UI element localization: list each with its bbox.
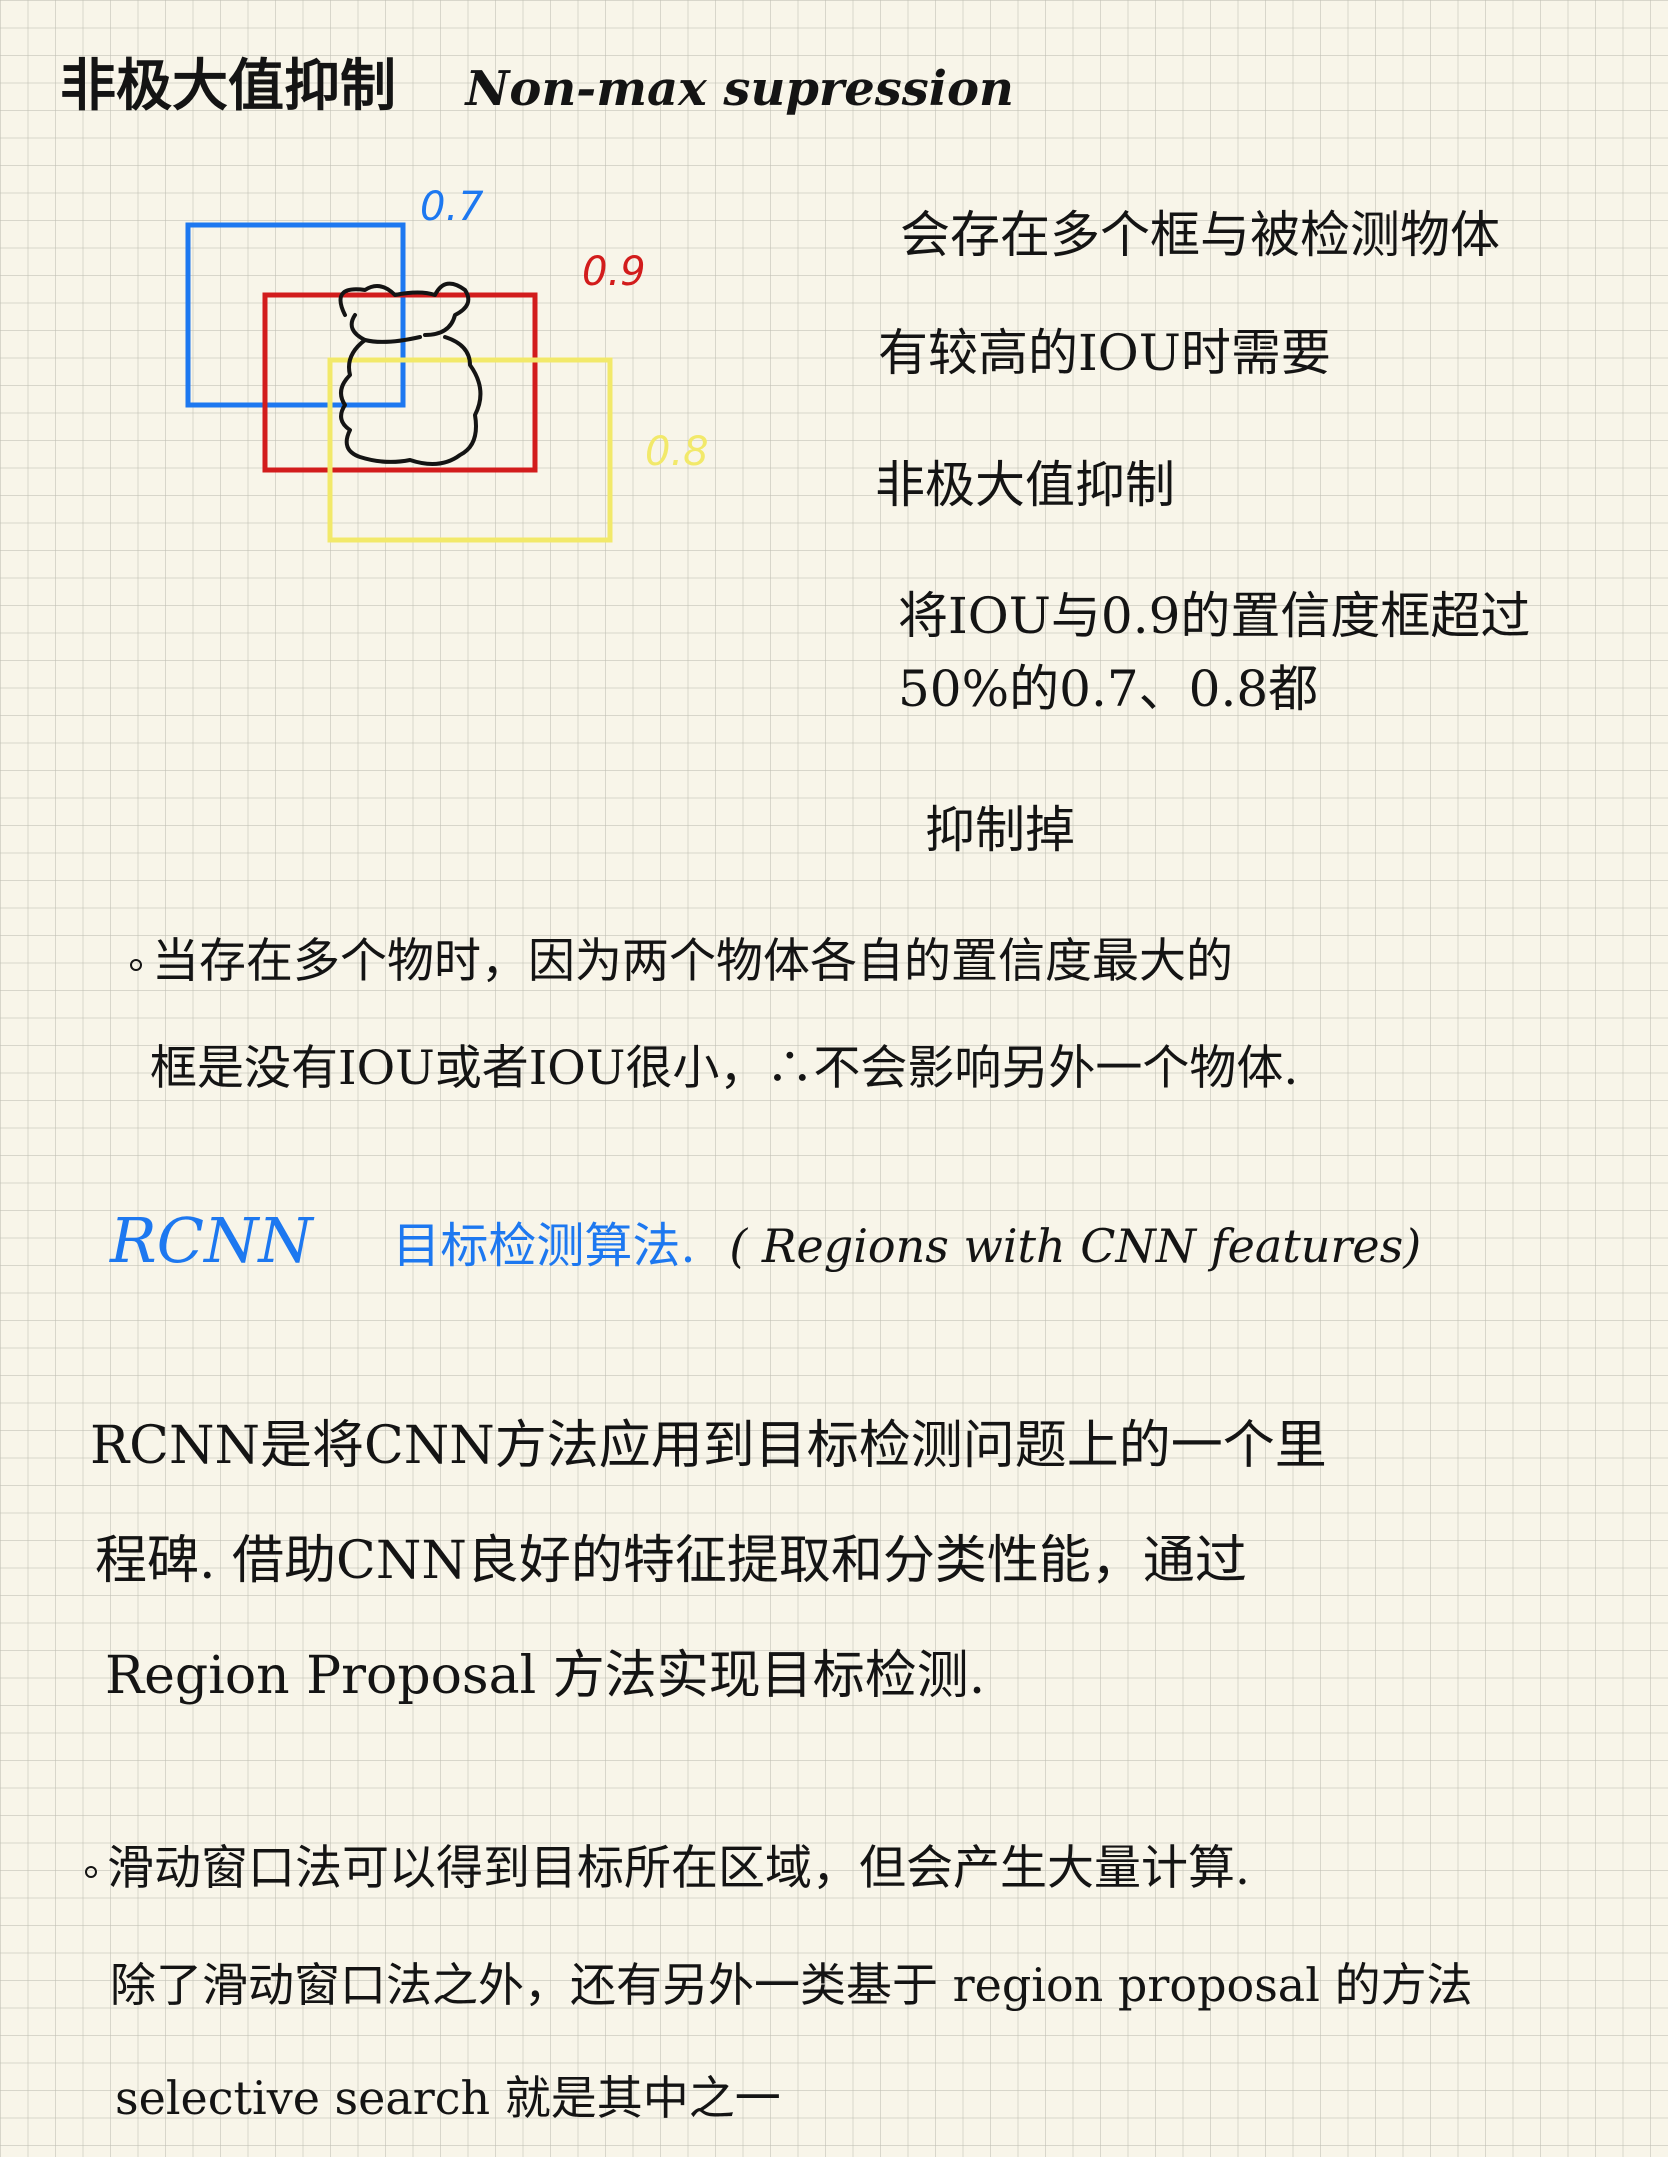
sliding-note-line1: 滑动窗口法可以得到目标所在区域，但会产生大量计算. [85, 1845, 1250, 1892]
note-multiple-objects-line1: 当存在多个物时，因为两个物体各自的置信度最大的 [130, 938, 1233, 985]
title-zh: 非极大值抑制 [60, 53, 396, 119]
note-multiple-objects-line2: 框是没有IOU或者IOU很小，∴不会影响另外一个物体. [150, 1041, 1299, 1096]
note-right-1: 会存在多个框与被检测物体 [900, 206, 1500, 264]
rcnn-paren: ( Regions with CNN features) [729, 1219, 1422, 1273]
rcnn-name: RCNN [110, 1204, 313, 1277]
bullet-dot [85, 1866, 97, 1878]
rcnn-heading: RCNN 目标检测算法. ( Regions with CNN features… [110, 1210, 1421, 1272]
rcnn-para-line3: Region Proposal 方法实现目标检测. [105, 1646, 986, 1706]
score-label-yellow: 0.8 [645, 429, 709, 475]
rcnn-para-line2: 程碑. 借助CNN良好的特征提取和分类性能，通过 [95, 1531, 1247, 1591]
note-right-2: 有较高的IOU时需要 [878, 324, 1331, 382]
score-label-red: 0.9 [582, 249, 646, 295]
score-label-blue: 0.7 [420, 184, 484, 230]
title-en: Non-max supression [465, 61, 1014, 117]
page-title: 非极大值抑制 Non-max supression [60, 58, 1014, 114]
detected-object-sketch [338, 281, 483, 466]
note-right-3: 非极大值抑制 [875, 456, 1175, 514]
nms-bounding-box-figure: 0.7 0.9 0.8 [185, 184, 709, 543]
sliding-note-line2: 除了滑动窗口法之外，还有另外一类基于 region proposal 的方法 [110, 1958, 1473, 2012]
rcnn-para-line1: RCNN是将CNN方法应用到目标检测问题上的一个里 [90, 1416, 1327, 1476]
bounding-box-red [262, 292, 538, 473]
note-right-4: 将IOU与0.9的置信度框超过50%的0.7、0.8都 [898, 587, 1531, 718]
rcnn-desc: 目标检测算法. [392, 1218, 696, 1274]
note-right-5: 抑制掉 [925, 801, 1075, 859]
bullet-dot [130, 959, 142, 971]
bounding-box-blue [185, 222, 406, 408]
sliding-note-line3: selective search 就是其中之一 [115, 2071, 781, 2125]
